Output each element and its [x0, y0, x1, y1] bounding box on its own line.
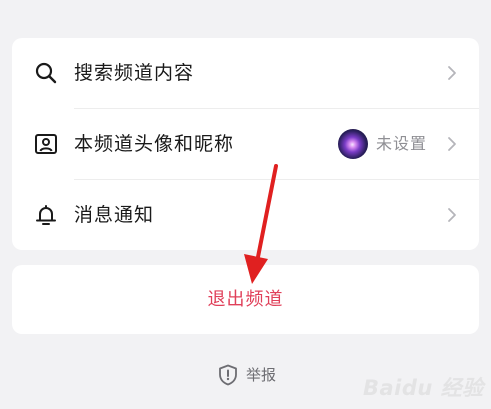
- chevron-right-icon: [448, 137, 456, 151]
- menu-item-label: 搜索频道内容: [74, 62, 195, 84]
- watermark-text: Baidu 经验: [363, 376, 484, 400]
- settings-menu-card: 搜索频道内容 本频道头像和昵称 未设置 消息通知: [12, 38, 479, 250]
- menu-item-value: 未设置: [376, 134, 428, 153]
- exit-channel-button[interactable]: 退出频道: [12, 265, 479, 334]
- exit-channel-label: 退出频道: [207, 289, 284, 310]
- menu-item-label: 消息通知: [74, 204, 155, 226]
- baidu-watermark: Baidu 经验: [363, 371, 483, 405]
- chevron-right-icon: [448, 208, 456, 222]
- bell-icon: [36, 205, 56, 225]
- menu-item-avatar-nickname[interactable]: 本频道头像和昵称 未设置: [12, 109, 479, 179]
- search-icon: [35, 62, 57, 84]
- avatar: [338, 129, 368, 159]
- profile-card-icon: [35, 134, 57, 154]
- shield-icon: [219, 364, 237, 386]
- report-label: 举报: [246, 366, 277, 384]
- menu-item-label: 本频道头像和昵称: [74, 133, 235, 155]
- channel-settings-page: 搜索频道内容 本频道头像和昵称 未设置 消息通知 退出频道 举报 Baidu 经…: [0, 0, 491, 409]
- menu-item-search[interactable]: 搜索频道内容: [12, 38, 479, 108]
- menu-item-notifications[interactable]: 消息通知: [12, 180, 479, 250]
- chevron-right-icon: [448, 66, 456, 80]
